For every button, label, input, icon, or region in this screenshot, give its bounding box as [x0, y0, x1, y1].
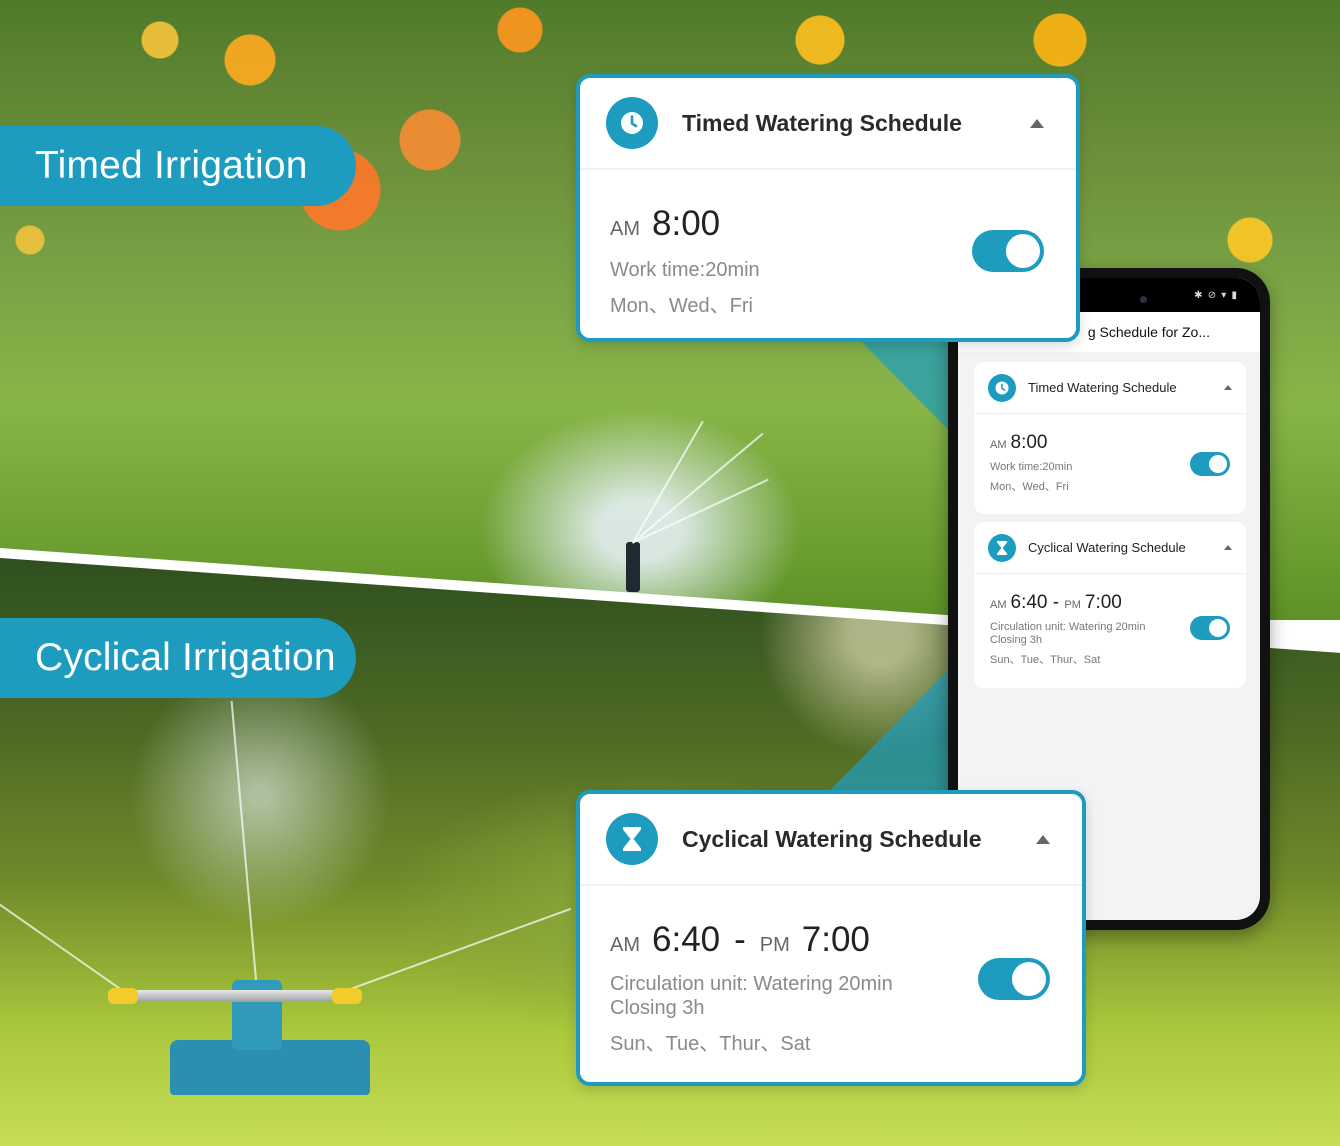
- phone-cyclical-time: AM 6:40 - PM 7:00: [990, 592, 1230, 614]
- timed-card-header[interactable]: Timed Watering Schedule: [580, 78, 1076, 170]
- phone-cyclical-toggle[interactable]: [1190, 616, 1230, 640]
- phone-timed-body: AM 8:00 Work time:20min Mon、Wed、Fri: [974, 414, 1246, 514]
- timed-days: Mon、Wed、Fri: [610, 295, 753, 317]
- ampm-label: AM: [990, 439, 1007, 451]
- phone-timed-toggle[interactable]: [1190, 452, 1230, 476]
- phone-cyclical-body: AM 6:40 - PM 7:00 Circulation unit: Wateri…: [974, 574, 1246, 688]
- end-time: 7:00: [801, 920, 870, 959]
- clock-icon: [606, 97, 658, 149]
- timed-schedule-card[interactable]: Timed Watering Schedule AM 8:00 Work tim…: [576, 74, 1080, 342]
- collapse-caret-icon[interactable]: [1036, 834, 1050, 844]
- cyclical-card-title: Cyclical Watering Schedule: [682, 825, 982, 852]
- collapse-caret-icon[interactable]: [1224, 385, 1232, 390]
- phone-timed-days: Mon、Wed、Fri: [990, 481, 1069, 493]
- collapse-caret-icon[interactable]: [1030, 118, 1044, 128]
- phone-timed-time: AM 8:00: [990, 432, 1230, 454]
- circulation-text: Circulation unit: Watering 20min: [990, 621, 1146, 633]
- phone-cyclical-card-header[interactable]: Cyclical Watering Schedule: [974, 522, 1246, 574]
- cyclical-closing: Closing 3h: [610, 997, 705, 1019]
- phone-cyclical-card[interactable]: Cyclical Watering Schedule AM 6:40 - PM 7:…: [974, 522, 1246, 688]
- start-time: 6:40: [652, 920, 721, 959]
- cyclical-card-header[interactable]: Cyclical Watering Schedule: [580, 794, 1082, 886]
- phone-cyclical-days: Sun、Tue、Thur、Sat: [990, 654, 1101, 666]
- time-separator: -: [734, 920, 746, 959]
- closing-text: Closing 3h: [990, 634, 1042, 646]
- phone-timed-title: Timed Watering Schedule: [1028, 380, 1177, 395]
- phone-cyclical-title: Cyclical Watering Schedule: [1028, 540, 1186, 555]
- cyclical-time: AM 6:40 - PM 7:00: [610, 920, 1052, 960]
- ampm-label: AM: [610, 934, 640, 956]
- cyclical-card-body: AM 6:40 - PM 7:00 Circulation unit: Wate…: [580, 886, 1082, 1076]
- cyclical-days: Sun、Tue、Thur、Sat: [610, 1033, 811, 1055]
- timed-card-title: Timed Watering Schedule: [682, 109, 962, 136]
- clock-icon: [988, 373, 1016, 402]
- status-icons: ✱ ⊘ ▾ ▮: [1194, 289, 1238, 301]
- cyclical-schedule-card[interactable]: Cyclical Watering Schedule AM 6:40 - PM …: [576, 790, 1086, 1086]
- hourglass-icon: [606, 813, 658, 865]
- cyclical-toggle[interactable]: [978, 958, 1050, 1000]
- time-value: 8:00: [1010, 432, 1048, 453]
- end-time: 7:00: [1084, 592, 1122, 613]
- ampm-label: AM: [990, 599, 1007, 611]
- timed-card-body: AM 8:00 Work time:20min Mon、Wed、Fri: [580, 170, 1076, 338]
- phone-header-title: g Schedule for Zo...: [1087, 324, 1210, 340]
- hourglass-icon: [988, 533, 1016, 562]
- phone-timed-card[interactable]: Timed Watering Schedule AM 8:00 Work time…: [974, 362, 1246, 514]
- time-separator: -: [1052, 592, 1060, 613]
- start-time: 6:40: [1010, 592, 1048, 613]
- ampm-label: PM: [759, 934, 790, 956]
- ampm-label: AM: [610, 218, 640, 240]
- collapse-caret-icon[interactable]: [1224, 545, 1232, 550]
- ampm-label: PM: [1064, 599, 1081, 611]
- phone-timed-card-header[interactable]: Timed Watering Schedule: [974, 362, 1246, 414]
- time-value: 8:00: [652, 204, 721, 243]
- camera-icon: [1140, 296, 1147, 303]
- timed-toggle[interactable]: [972, 230, 1044, 272]
